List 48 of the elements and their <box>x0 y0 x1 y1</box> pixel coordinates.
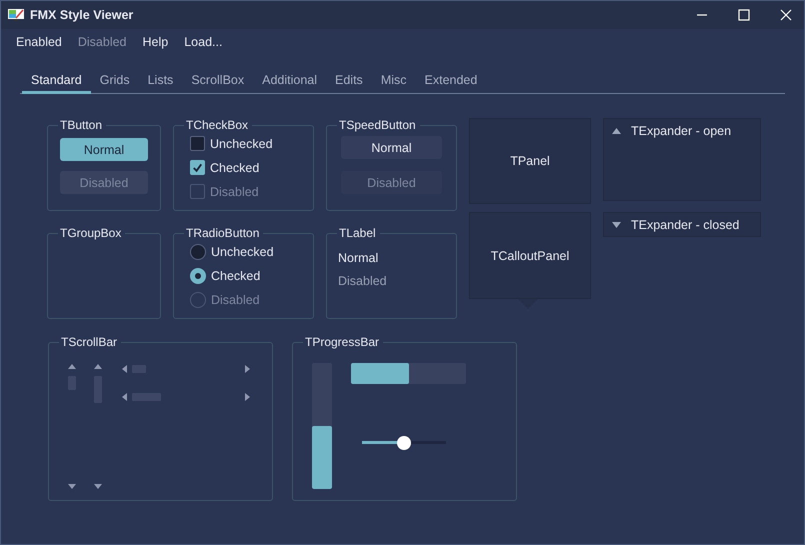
radio-button[interactable] <box>190 268 206 284</box>
group-title: TSpeedButton <box>338 119 417 131</box>
tab[interactable]: Standard <box>22 70 91 94</box>
group-title: TGroupBox <box>59 227 122 239</box>
group-title: TButton <box>59 119 104 131</box>
close-icon[interactable] <box>780 9 792 21</box>
vertical-scrollbar[interactable] <box>67 363 77 491</box>
horizontal-scrollbar[interactable] <box>121 364 251 374</box>
group-title: TCheckBox <box>185 119 250 131</box>
group-title: TProgressBar <box>304 336 380 348</box>
expander-title[interactable]: TExpander - closed <box>631 218 740 232</box>
group-title: TScrollBar <box>60 336 118 348</box>
group-title: TLabel <box>338 227 377 239</box>
horizontal-scrollbar[interactable] <box>121 392 251 402</box>
tab[interactable]: Additional <box>253 70 326 94</box>
checkbox-label: Unchecked <box>210 136 273 150</box>
tab[interactable]: Edits <box>326 70 372 94</box>
app-icon <box>8 8 24 22</box>
panel-text: TPanel <box>510 154 550 168</box>
button[interactable]: Normal <box>60 138 148 161</box>
radio-button[interactable] <box>190 244 206 260</box>
tab[interactable]: Lists <box>138 70 182 94</box>
label-text: Disabled <box>338 274 388 288</box>
vertical-scrollbar[interactable] <box>93 363 103 491</box>
expander-title[interactable]: TExpander - open <box>631 124 732 138</box>
radio-label: Unchecked <box>211 244 274 258</box>
tab[interactable]: Grids <box>90 70 139 94</box>
radio-label: Disabled <box>211 292 260 306</box>
menu-item[interactable]: Help <box>142 35 168 49</box>
menu-item[interactable]: Load... <box>184 35 222 49</box>
radio-label: Checked <box>211 268 260 282</box>
panel-text: TCalloutPanel <box>490 248 570 262</box>
tab[interactable]: Extended <box>416 70 486 94</box>
checkbox[interactable] <box>190 160 205 175</box>
window-title: FMX Style Viewer <box>30 8 134 22</box>
checkbox-label: Disabled <box>210 184 259 198</box>
speed-button[interactable]: Normal <box>341 136 442 159</box>
checkbox-label: Checked <box>210 160 260 174</box>
checkbox[interactable] <box>190 136 205 151</box>
maximize-icon[interactable] <box>738 9 750 21</box>
triangle-icon[interactable] <box>612 222 621 228</box>
group-title: TRadioButton <box>185 227 260 239</box>
slider-thumb[interactable] <box>397 436 411 450</box>
tab[interactable]: Misc <box>372 70 416 94</box>
tab[interactable]: ScrollBox <box>182 70 254 94</box>
menu-item[interactable]: Enabled <box>16 35 62 49</box>
label-text: Normal <box>338 251 380 265</box>
triangle-icon[interactable] <box>612 128 621 134</box>
